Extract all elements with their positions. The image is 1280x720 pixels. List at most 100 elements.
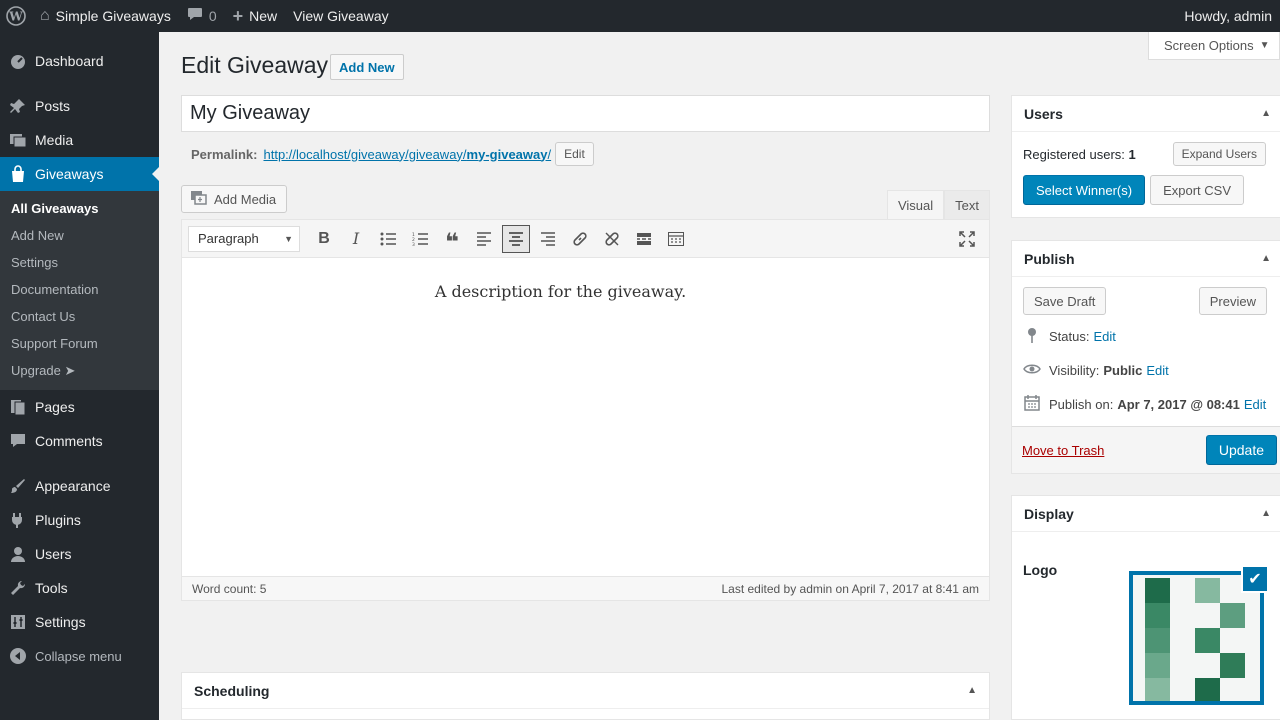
editor-content-text: A description for the giveaway.	[434, 282, 687, 301]
plug-icon	[8, 510, 28, 530]
logo-pattern-image	[1133, 575, 1260, 701]
link-icon[interactable]	[566, 225, 594, 253]
sidebar-item-appearance[interactable]: Appearance	[0, 469, 159, 503]
update-button[interactable]: Update	[1205, 435, 1277, 465]
logo-label: Logo	[1023, 562, 1058, 578]
collapse-triangle-icon[interactable]: ▲	[1261, 508, 1271, 519]
sidebar-item-users[interactable]: Users	[0, 537, 159, 571]
pushpin-icon	[8, 96, 28, 116]
shopping-bag-icon	[8, 164, 28, 184]
display-box-header[interactable]: Display ▲	[1012, 496, 1280, 532]
site-name-link[interactable]: ⌂ Simple Giveaways	[32, 0, 179, 32]
publish-date-edit-link[interactable]: Edit	[1244, 397, 1266, 412]
fullscreen-expand-icon[interactable]	[953, 225, 981, 253]
visibility-value: Public	[1103, 362, 1143, 378]
submenu-support-forum[interactable]: Support Forum	[0, 330, 159, 357]
numbered-list-icon[interactable]: 123	[406, 225, 434, 253]
move-to-trash-link[interactable]: Move to Trash	[1022, 443, 1104, 458]
toolbar-toggle-icon[interactable]	[662, 225, 690, 253]
submenu-upgrade[interactable]: Upgrade ➤	[0, 357, 159, 384]
align-left-icon[interactable]	[470, 225, 498, 253]
sidebar-item-tools[interactable]: Tools	[0, 571, 159, 605]
comments-link[interactable]: 0	[179, 0, 225, 32]
select-winners-button[interactable]: Select Winner(s)	[1023, 175, 1146, 205]
paintbrush-icon	[8, 476, 28, 496]
add-media-button[interactable]: Add Media	[181, 185, 288, 213]
sidebar-item-posts[interactable]: Posts	[0, 89, 159, 123]
blockquote-icon[interactable]: ❝	[438, 225, 466, 256]
collapse-menu-button[interactable]: Collapse menu	[0, 639, 159, 673]
sidebar-item-media[interactable]: Media	[0, 123, 159, 157]
pages-icon	[8, 397, 28, 417]
sidebar-item-settings[interactable]: Settings	[0, 605, 159, 639]
expand-users-button[interactable]: Expand Users	[1172, 142, 1266, 166]
status-edit-link[interactable]: Edit	[1093, 329, 1115, 344]
sidebar-item-comments[interactable]: Comments	[0, 424, 159, 458]
visibility-edit-link[interactable]: Edit	[1146, 363, 1168, 378]
sidebar-item-pages[interactable]: Pages	[0, 390, 159, 424]
pin-icon	[1023, 327, 1041, 346]
account-menu[interactable]: Howdy, admin	[1176, 0, 1280, 32]
sidebar-item-giveaways[interactable]: Giveaways	[0, 157, 159, 191]
new-content-link[interactable]: + New	[225, 0, 286, 32]
checkmark-icon[interactable]: ✔	[1241, 565, 1269, 593]
sidebar-item-plugins[interactable]: Plugins	[0, 503, 159, 537]
site-name: Simple Giveaways	[55, 8, 171, 24]
screen-options-toggle[interactable]: Screen Options ▼	[1148, 32, 1280, 60]
scheduling-box-header[interactable]: Scheduling ▲	[182, 673, 989, 709]
publish-actions: Move to Trash Update	[1012, 426, 1280, 473]
read-more-icon[interactable]	[630, 225, 658, 253]
submenu-all-giveaways[interactable]: All Giveaways	[0, 195, 159, 222]
submenu-documentation[interactable]: Documentation	[0, 276, 159, 303]
bulleted-list-icon[interactable]	[374, 225, 402, 253]
submenu-contact-us[interactable]: Contact Us	[0, 303, 159, 330]
comment-bubble-icon	[187, 7, 203, 26]
calendar-icon	[1023, 394, 1041, 414]
collapse-triangle-icon[interactable]: ▲	[1261, 108, 1271, 119]
plus-icon: +	[232, 5, 244, 26]
display-box: Display ▲ Logo ✔	[1011, 495, 1280, 720]
submenu-settings[interactable]: Settings	[0, 249, 159, 276]
comment-icon	[8, 431, 28, 451]
wordpress-logo-icon[interactable]: W	[0, 0, 32, 32]
view-giveaway-label: View Giveaway	[293, 8, 389, 24]
editor-toolbar: Paragraph ▼ B I 123 ❝	[182, 220, 989, 258]
status-row: Status: Edit	[1023, 319, 1280, 353]
permalink-edit-button[interactable]: Edit	[555, 142, 594, 166]
align-right-icon[interactable]	[534, 225, 562, 253]
scheduling-box: Scheduling ▲	[181, 672, 990, 720]
content-editor: Paragraph ▼ B I 123 ❝ A description for …	[181, 219, 990, 601]
media-upload-icon	[190, 190, 208, 209]
export-csv-button[interactable]: Export CSV	[1150, 175, 1244, 205]
preview-button[interactable]: Preview	[1198, 287, 1267, 315]
publish-date-value: Apr 7, 2017 @ 08:41	[1117, 396, 1240, 412]
svg-text:W: W	[8, 10, 23, 24]
publish-box-header[interactable]: Publish ▲	[1012, 241, 1280, 277]
giveaways-submenu: All Giveaways Add New Settings Documenta…	[0, 191, 159, 390]
collapse-triangle-icon[interactable]: ▲	[967, 685, 977, 696]
admin-bar: W ⌂ Simple Giveaways 0 + New View Giveaw…	[0, 0, 1280, 32]
post-title-input[interactable]: My Giveaway	[181, 95, 990, 132]
editor-content-area[interactable]: A description for the giveaway.	[182, 258, 989, 578]
word-count: Word count: 5	[192, 581, 267, 596]
italic-icon[interactable]: I	[342, 225, 370, 253]
view-giveaway-link[interactable]: View Giveaway	[285, 0, 396, 32]
users-box-header[interactable]: Users ▲	[1012, 96, 1280, 132]
format-select[interactable]: Paragraph ▼	[188, 225, 300, 252]
submenu-add-new[interactable]: Add New	[0, 222, 159, 249]
home-icon: ⌂	[40, 7, 50, 24]
collapse-triangle-icon[interactable]: ▲	[1261, 253, 1271, 264]
tab-text[interactable]: Text	[944, 190, 990, 219]
permalink-label: Permalink:	[191, 146, 258, 162]
registered-users-count: 1	[1128, 146, 1136, 162]
add-new-button[interactable]: Add New	[330, 54, 404, 80]
permalink-link[interactable]: http://localhost/giveaway/giveaway/my-gi…	[263, 147, 551, 162]
caret-down-icon: ▼	[1259, 40, 1270, 51]
align-center-icon[interactable]	[502, 224, 530, 253]
tab-visual[interactable]: Visual	[886, 190, 945, 219]
sidebar-item-dashboard[interactable]: Dashboard	[0, 44, 159, 78]
permalink-row: Permalink: http://localhost/giveaway/giv…	[191, 142, 594, 166]
save-draft-button[interactable]: Save Draft	[1023, 287, 1107, 315]
unlink-icon[interactable]	[598, 225, 626, 253]
bold-icon[interactable]: B	[310, 225, 338, 253]
